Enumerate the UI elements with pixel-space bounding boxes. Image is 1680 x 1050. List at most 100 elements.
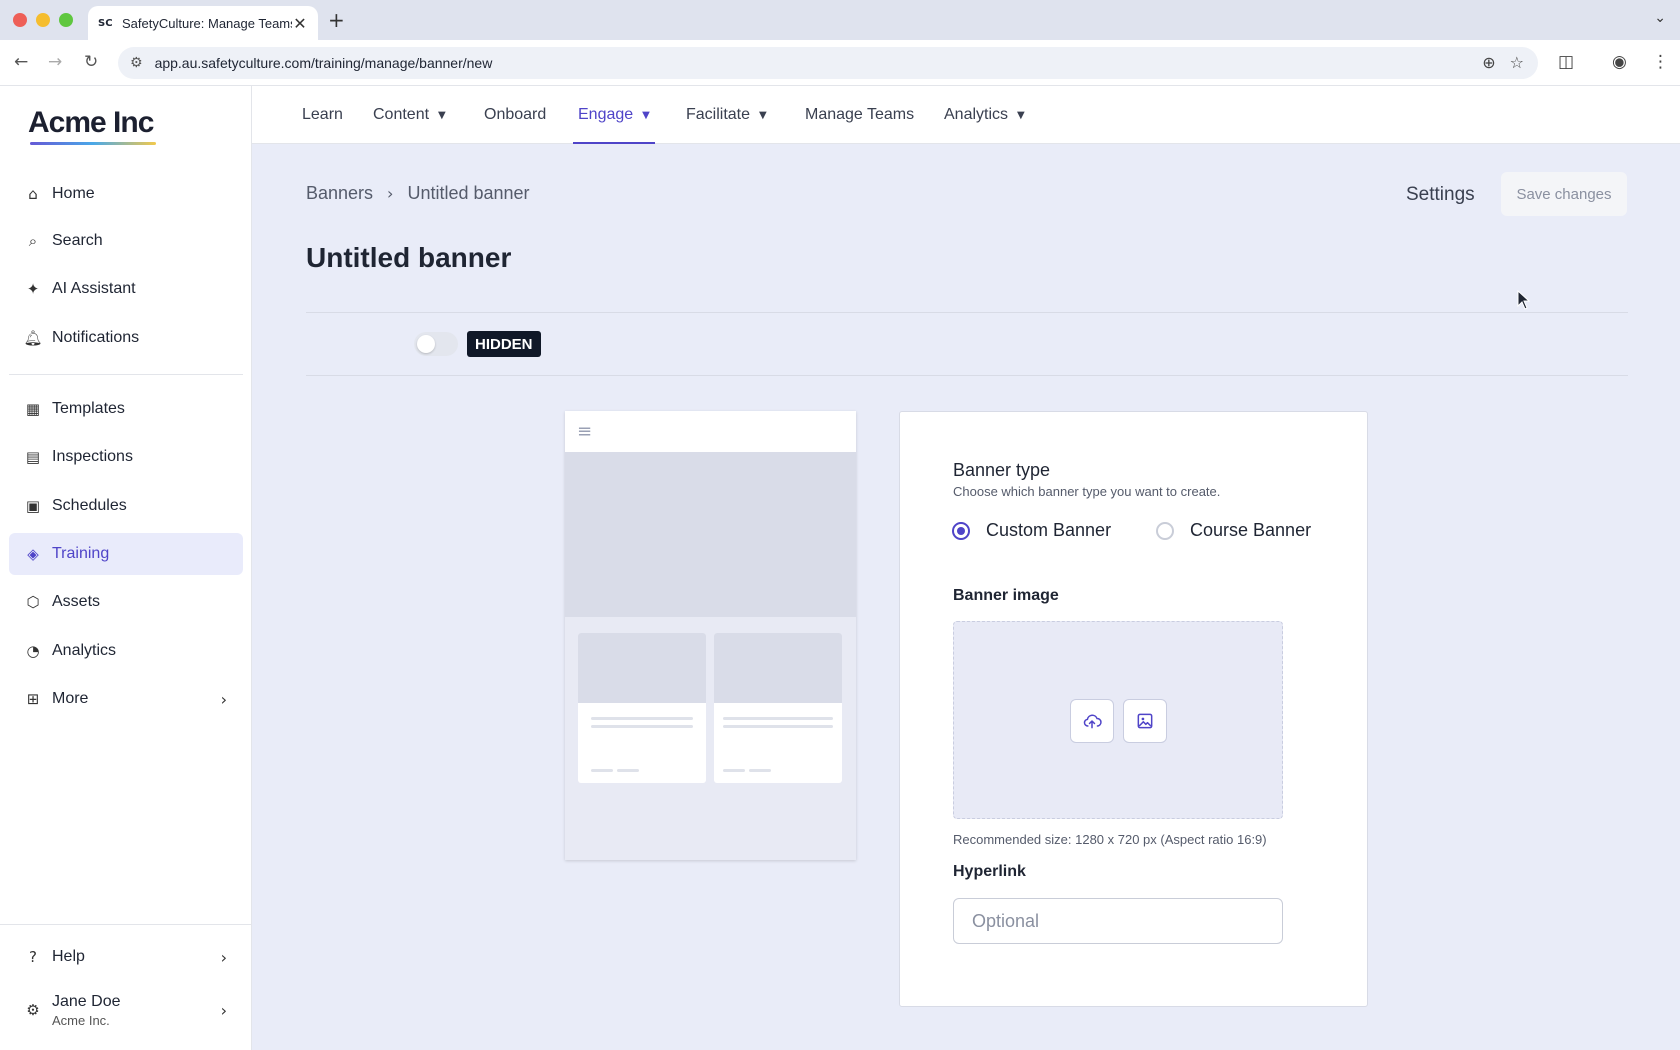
- url-omnibox[interactable]: ⚙ app.au.safetyculture.com/training/mana…: [118, 47, 1538, 79]
- sidebar-divider: [0, 924, 252, 925]
- home-icon: ⌂: [28, 185, 38, 203]
- upload-image-button[interactable]: [1070, 699, 1114, 743]
- divider: [306, 375, 1628, 376]
- bookmark-star-icon[interactable]: ☆: [1510, 53, 1524, 72]
- gear-icon: ⚙: [26, 1001, 40, 1019]
- topnav-label: Content: [373, 106, 430, 123]
- sidebar-item-schedules[interactable]: ▣ Schedules: [9, 485, 243, 527]
- caret-down-icon: ▼: [1017, 109, 1025, 121]
- user-info: Jane Doe Acme Inc.: [52, 993, 121, 1028]
- new-tab-icon[interactable]: +: [328, 8, 345, 32]
- topnav-learn[interactable]: Learn: [302, 86, 343, 144]
- preview-line: [591, 725, 693, 728]
- preview-line: [591, 717, 693, 720]
- sidebar-item-label: Templates: [52, 400, 125, 417]
- preview-card-image: [714, 633, 842, 703]
- acme-logo[interactable]: Acme Inc: [28, 106, 154, 140]
- cloud-upload-icon: [1083, 714, 1102, 729]
- sidebar-item-more[interactable]: ⊞ More ›: [9, 678, 243, 720]
- address-bar: ← → ↻ ⚙ app.au.safetyculture.com/trainin…: [0, 40, 1680, 86]
- preview-card-image: [578, 633, 706, 703]
- profile-icon[interactable]: ◉: [1612, 52, 1627, 72]
- sidebar-item-notifications[interactable]: 🔔︎ Notifications: [9, 317, 243, 359]
- sidebar-item-label: Home: [52, 185, 95, 202]
- pie-chart-icon: ◔: [26, 642, 40, 660]
- preview-line: [723, 717, 833, 720]
- logo-underline: [30, 142, 156, 145]
- template-icon: ▦: [25, 400, 41, 418]
- user-name: Jane Doe: [52, 992, 121, 1010]
- close-window-button[interactable]: [13, 13, 27, 27]
- sidebar-item-label: Analytics: [52, 642, 117, 659]
- caret-down-icon: ▼: [438, 109, 446, 121]
- radio-selected-indicator[interactable]: [952, 521, 970, 540]
- image-library-button[interactable]: [1123, 699, 1167, 743]
- minimize-window-button[interactable]: [36, 13, 50, 27]
- radio-indicator[interactable]: [1156, 521, 1174, 540]
- preview-line: [723, 769, 745, 772]
- topnav-label: Manage Teams: [805, 106, 915, 123]
- zoom-icon[interactable]: ⊕: [1482, 53, 1495, 72]
- maximize-window-button[interactable]: [59, 13, 73, 27]
- safetyculture-favicon-icon: SC: [98, 17, 113, 29]
- radio-label: Custom Banner: [986, 520, 1112, 540]
- topnav-manage-teams[interactable]: Manage Teams: [805, 86, 914, 144]
- browser-menu-icon[interactable]: ⋮: [1652, 52, 1669, 72]
- tab-search-chevron-icon[interactable]: ⌄: [1654, 10, 1666, 26]
- sidebar-item-inspections[interactable]: ▤ Inspections: [9, 436, 243, 478]
- extensions-icon[interactable]: ◫: [1558, 52, 1574, 72]
- sidebar-item-label: Help: [52, 948, 85, 965]
- breadcrumb-current: Untitled banner: [407, 183, 530, 203]
- sidebar-item-training[interactable]: ◈ Training: [9, 533, 243, 575]
- preview-header: ≡: [565, 411, 856, 452]
- visibility-toggle[interactable]: [414, 332, 458, 356]
- topnav-onboard[interactable]: Onboard: [484, 86, 546, 144]
- radio-course-banner[interactable]: Course Banner: [1156, 520, 1311, 541]
- tab-title: SafetyCulture: Manage Teams: [122, 15, 292, 31]
- topnav-label: Analytics: [944, 106, 1009, 123]
- banner-image-label: Banner image: [953, 587, 1059, 604]
- sidebar-item-analytics[interactable]: ◔ Analytics: [9, 630, 243, 672]
- back-arrow-icon[interactable]: ←: [14, 52, 28, 72]
- sparkle-icon: ✦: [26, 280, 40, 298]
- image-gallery-icon: [1137, 713, 1153, 729]
- sidebar-item-search[interactable]: ⌕ Search: [9, 220, 243, 262]
- recommended-size-text: Recommended size: 1280 x 720 px (Aspect …: [953, 832, 1267, 847]
- forward-arrow-icon[interactable]: →: [48, 52, 62, 72]
- topnav-engage[interactable]: Engage ▼: [573, 86, 655, 144]
- sidebar-item-label: Notifications: [52, 329, 140, 346]
- help-circle-icon: ?: [29, 948, 37, 966]
- chevron-right-icon: ›: [220, 689, 227, 709]
- preview-line: [723, 725, 833, 728]
- chevron-right-icon: ›: [387, 184, 394, 203]
- sidebar-item-home[interactable]: ⌂ Home: [9, 173, 243, 215]
- sidebar-user-menu[interactable]: ⚙ Jane Doe Acme Inc. ›: [9, 984, 243, 1036]
- topnav-label: Onboard: [484, 106, 547, 123]
- site-settings-icon[interactable]: ⚙: [130, 55, 143, 71]
- sidebar-item-label: AI Assistant: [52, 280, 136, 297]
- settings-button[interactable]: Settings: [1406, 184, 1475, 206]
- radio-custom-banner[interactable]: Custom Banner: [952, 520, 1111, 541]
- sidebar-item-ai-assistant[interactable]: ✦ AI Assistant: [9, 268, 243, 310]
- close-tab-icon[interactable]: ✕: [292, 14, 308, 33]
- banner-type-label: Banner type: [953, 460, 1051, 480]
- browser-tab[interactable]: SC SafetyCulture: Manage Teams ✕: [88, 6, 318, 40]
- preview-line: [749, 769, 771, 772]
- hyperlink-input[interactable]: [953, 898, 1283, 944]
- chevron-right-icon: ›: [220, 1000, 227, 1020]
- topnav-analytics[interactable]: Analytics ▼: [944, 86, 1025, 144]
- caret-down-icon: ▼: [642, 109, 650, 121]
- preview-card: [578, 633, 706, 783]
- banner-image-dropzone[interactable]: [953, 621, 1283, 819]
- sidebar-item-assets[interactable]: ⬡ Assets: [9, 581, 243, 623]
- topnav-facilitate[interactable]: Facilitate ▼: [686, 86, 767, 144]
- sidebar-item-help[interactable]: ? Help ›: [9, 936, 243, 978]
- save-changes-button[interactable]: Save changes: [1501, 172, 1627, 216]
- reload-icon[interactable]: ↻: [84, 52, 98, 72]
- grid-icon: ⊞: [26, 690, 40, 708]
- sidebar-item-label: More: [52, 690, 89, 707]
- topnav-content[interactable]: Content ▼: [373, 86, 446, 144]
- sidebar-item-templates[interactable]: ▦ Templates: [9, 388, 243, 430]
- status-badge: HIDDEN: [467, 331, 541, 357]
- breadcrumb-banners-link[interactable]: Banners: [306, 183, 373, 204]
